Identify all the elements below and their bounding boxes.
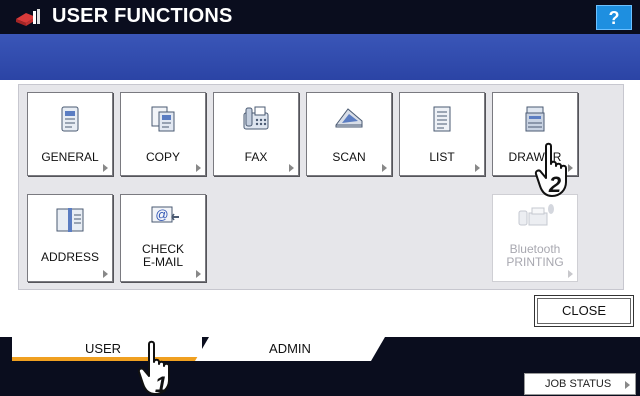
- job-status-button[interactable]: JOB STATUS: [524, 373, 636, 395]
- title-bar: USER FUNCTIONS ?: [0, 0, 640, 34]
- copy-button[interactable]: COPY: [120, 92, 206, 176]
- bluetooth-label-line2: PRINTING: [506, 255, 564, 269]
- fax-icon: [243, 106, 269, 130]
- general-label: GENERAL: [41, 150, 99, 164]
- message-bar: [0, 34, 640, 80]
- bluetooth-printing-button: Bluetooth PRINTING: [492, 194, 578, 282]
- arrow-icon: [196, 164, 201, 172]
- step1-number: 1: [155, 372, 167, 396]
- list-button[interactable]: LIST: [399, 92, 485, 176]
- tab-admin[interactable]: ADMIN: [195, 337, 385, 361]
- arrow-icon: [382, 164, 387, 172]
- close-button[interactable]: CLOSE: [534, 295, 634, 327]
- svg-text:@: @: [155, 207, 168, 222]
- list-icon: [433, 106, 451, 132]
- page-title: USER FUNCTIONS: [52, 5, 233, 27]
- help-button[interactable]: ?: [596, 5, 632, 30]
- check-email-label-line2: E-MAIL: [142, 255, 183, 269]
- tab-admin-label: ADMIN: [269, 341, 311, 356]
- pointing-hand-step2-icon: 2: [534, 142, 567, 197]
- scan-label: SCAN: [332, 150, 366, 164]
- user-functions-logo-icon: [16, 9, 40, 26]
- tab-bar: USER ADMIN JOB STATUS: [0, 337, 640, 396]
- arrow-icon: [103, 270, 108, 278]
- copy-label: COPY: [145, 150, 180, 164]
- arrow-icon: [289, 164, 294, 172]
- scan-button[interactable]: SCAN: [306, 92, 392, 176]
- fax-label: FAX: [244, 150, 268, 164]
- address-label: ADDRESS: [40, 250, 99, 264]
- scan-icon: [335, 108, 363, 128]
- general-settings-icon: [61, 106, 79, 132]
- address-book-icon: [56, 208, 84, 232]
- list-label: LIST: [429, 150, 455, 164]
- address-button[interactable]: ADDRESS: [27, 194, 113, 282]
- email-icon: @: [151, 206, 179, 223]
- arrow-icon: [196, 270, 201, 278]
- bluetooth-printer-icon: [518, 204, 554, 226]
- job-status-label: JOB STATUS: [545, 378, 612, 390]
- fax-button[interactable]: FAX: [213, 92, 299, 176]
- drawer-icon: [525, 106, 545, 132]
- pointing-hand-step1-icon: 1: [137, 340, 170, 396]
- arrow-icon: [625, 381, 630, 389]
- arrow-icon: [103, 164, 108, 172]
- copy-icon: [151, 106, 175, 132]
- arrow-icon: [475, 164, 480, 172]
- arrow-icon: [568, 270, 573, 278]
- check-email-button[interactable]: @ CHECK E-MAIL: [120, 194, 206, 282]
- general-button[interactable]: GENERAL: [27, 92, 113, 176]
- step2-number: 2: [548, 172, 562, 197]
